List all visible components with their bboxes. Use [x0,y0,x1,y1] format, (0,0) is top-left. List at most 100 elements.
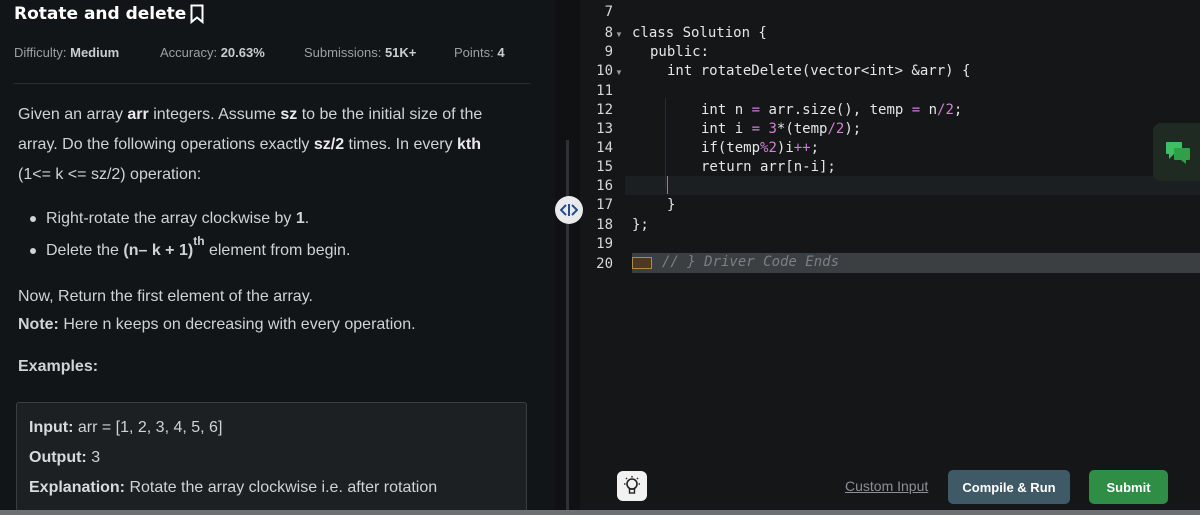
difficulty-value: Medium [70,45,120,60]
code-line-8: class Solution { [632,25,767,41]
window-bottom-strip [0,510,1200,515]
points-value: 4 [497,45,505,60]
editor-action-bar: Custom Input Compile & Run Submit [580,462,1200,510]
code-line-12: int n = arr.size(), temp = n/2; [701,102,962,118]
return-text: Now, Return the first element of the arr… [18,288,313,305]
code-text: ; [810,140,820,156]
submissions: Submissions: 51K+ [304,45,416,60]
pane-resize-handle[interactable] [555,196,583,224]
bullet-text: . [304,210,310,227]
fold-arrow-icon[interactable]: ▼ [615,30,623,39]
code-text: }; [632,217,649,233]
compile-run-button[interactable]: Compile & Run [948,470,1070,504]
resize-handle-icon [560,204,578,216]
line-number: 19 [596,236,613,252]
bullet-bold: 1 [295,210,305,227]
submissions-value: 51K+ [384,45,417,60]
code-operator: ++ [793,140,811,156]
fold-arrow-icon[interactable]: ▼ [615,68,623,77]
code-text: int rotateDelete(vector<int> &arr) { [667,63,971,79]
code-text: )i [776,140,794,156]
bullet-superscript: th [193,234,205,248]
examples-heading: Examples: [18,358,99,375]
line-number: 15 [596,159,613,175]
code-line-18: }; [632,217,649,233]
code-line-10: int rotateDelete(vector<int> &arr) { [667,63,970,79]
code-operator: = [911,102,921,118]
code-text: n [920,102,938,118]
desc-text: times. In every [344,136,458,153]
points: Points: 4 [454,45,505,60]
code-line-9: public: [650,44,709,60]
line-number: 16 [596,178,613,194]
operation-list: Right-rotate the array clockwise by 1. D… [29,205,351,269]
code-editor[interactable]: 7 8 9 10 11 12 13 14 15 16 17 18 19 20 ▼… [580,0,1200,462]
example-explanation: Explanation: Rotate the array clockwise … [29,473,514,503]
explanation-text: Rotate the array clockwise i.e. after ro… [125,479,438,496]
code-number: 2 [768,140,777,156]
points-label: Points: [454,45,494,60]
chat-button[interactable] [1153,123,1200,181]
bullet-bold: (n– k + 1) [123,242,194,259]
custom-input-link[interactable]: Custom Input [845,478,928,494]
line-number: 10 [596,63,613,79]
line-number: 13 [596,121,613,137]
problem-title: Rotate and delete [14,4,204,24]
bullet-text: Delete the [46,242,124,259]
code-line-15: return arr[n-i]; [701,159,836,175]
code-text: int n [701,102,752,118]
output-label: Output: [29,449,87,466]
desc-bold: arr [127,106,149,123]
difficulty: Difficulty: Medium [14,45,119,60]
code-comment: // } Driver Code Ends [662,254,840,270]
example-input: Input: arr = [1, 2, 3, 4, 5, 6] [29,413,514,443]
accuracy-value: 20.63% [220,45,265,60]
code-operator: / [827,121,836,137]
desc-bold: sz/2 [313,136,345,153]
code-line-17: } [667,197,675,213]
code-text: *(temp [776,121,828,137]
desc-line-1: Given an array arr integers. Assume sz t… [18,100,528,130]
line-number: 14 [596,140,613,156]
code-text: ); [844,121,862,137]
line-number-gutter: 7 8 9 10 11 12 13 14 15 16 17 18 19 20 ▼… [580,0,625,462]
desc-bold: kth [457,136,482,153]
desc-text: integers. Assume [148,106,281,123]
bullet-text: Right-rotate the array clockwise by [46,210,296,227]
lightbulb-icon [624,476,640,494]
line-number: 9 [604,44,613,60]
code-text: class Solution { [632,25,767,41]
example-box: Input: arr = [1, 2, 3, 4, 5, 6] Output: … [16,402,527,510]
code-number: 3 [768,121,777,137]
line-number: 20 [596,256,613,272]
code-operator: = [751,121,761,137]
collapse-marker-icon[interactable] [632,257,652,269]
submit-button[interactable]: Submit [1089,470,1168,504]
collapsed-code-block[interactable]: // } Driver Code Ends [632,253,1200,273]
desc-text: to be the initial size of the [297,106,483,123]
divider [14,83,530,84]
current-line-highlight [625,176,1200,195]
bookmark-icon[interactable] [190,4,204,24]
chat-icon [1166,142,1190,164]
return-and-note: Now, Return the first element of the arr… [18,283,416,339]
text-cursor [667,176,668,194]
code-text: } [667,197,676,213]
code-text: ; [953,102,963,118]
problem-pane: Rotate and delete Difficulty: Medium Acc… [0,0,555,510]
desc-text: array. Do the following operations exact… [18,136,314,153]
code-text: arr.size(), temp [760,102,912,118]
code-text: return arr[n-i]; [701,159,836,175]
note: Note: Here n keeps on decreasing with ev… [18,311,416,339]
line-number: 12 [596,102,613,118]
input-label: Input: [29,419,74,436]
accuracy: Accuracy: 20.63% [160,45,265,60]
hint-button[interactable] [617,471,647,501]
desc-text: Given an array [18,106,128,123]
problem-description: Given an array arr integers. Assume sz t… [18,100,528,190]
line-number: 8 [604,25,613,41]
code-line-13: int i = 3*(temp/2); [701,121,861,137]
bullet-text: element from begin. [204,242,351,259]
desc-bold: sz [280,106,298,123]
code-text: int i [701,121,752,137]
